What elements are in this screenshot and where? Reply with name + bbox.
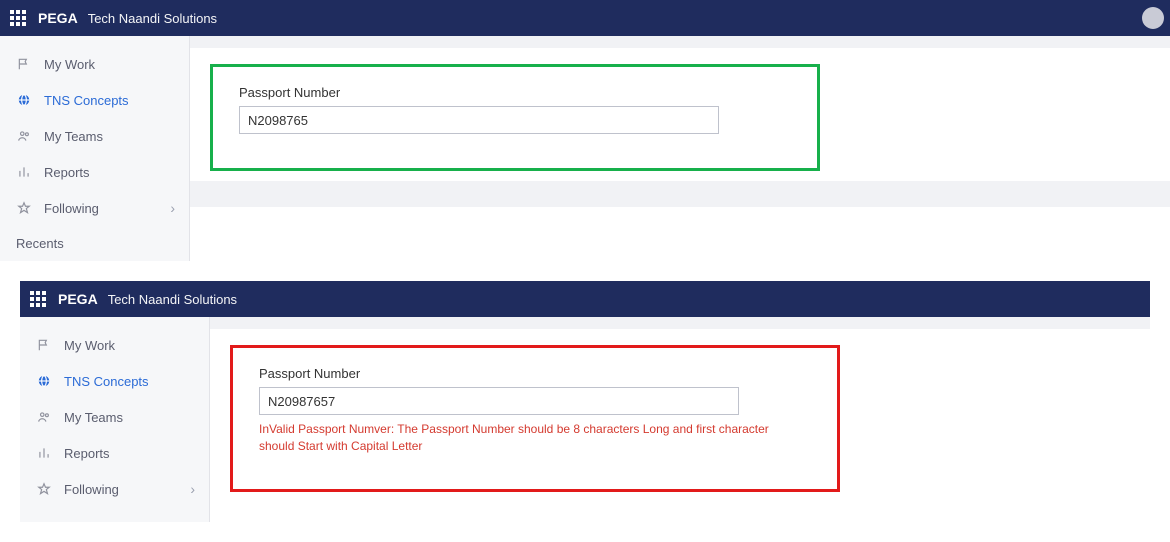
- sidebar-item-reports[interactable]: Reports: [20, 435, 209, 471]
- sidebar-item-my-teams[interactable]: My Teams: [0, 118, 189, 154]
- star-icon: [16, 200, 32, 216]
- apps-icon[interactable]: [10, 10, 26, 26]
- sidebar-item-label: Following: [44, 201, 99, 216]
- sidebar-item-label: Following: [64, 482, 119, 497]
- sidebar-item-label: TNS Concepts: [64, 374, 149, 389]
- sidebar-item-my-work[interactable]: My Work: [20, 327, 209, 363]
- sidebar-item-label: My Work: [44, 57, 95, 72]
- avatar[interactable]: [1142, 7, 1164, 29]
- sidebar-item-tns-concepts[interactable]: TNS Concepts: [0, 82, 189, 118]
- passport-error-message: InValid Passport Numver: The Passport Nu…: [259, 421, 799, 455]
- passport-label: Passport Number: [259, 366, 811, 381]
- brand-label: PEGA: [58, 291, 98, 307]
- divider: [190, 181, 1170, 207]
- sidebar: My Work TNS Concepts My Teams Reports: [20, 317, 210, 522]
- star-icon: [36, 481, 52, 497]
- app-name: Tech Naandi Solutions: [88, 11, 217, 26]
- flag-icon: [36, 337, 52, 353]
- passport-input[interactable]: [259, 387, 739, 415]
- passport-input[interactable]: [239, 106, 719, 134]
- passport-form-valid: Passport Number: [210, 64, 820, 171]
- passport-label: Passport Number: [239, 85, 791, 100]
- recents-heading: Recents: [0, 226, 189, 251]
- topbar: PEGA Tech Naandi Solutions: [0, 0, 1170, 36]
- sidebar: My Work TNS Concepts My Teams Reports: [0, 36, 190, 261]
- sidebar-item-my-work[interactable]: My Work: [0, 46, 189, 82]
- screenshot-valid: PEGA Tech Naandi Solutions My Work TNS C…: [0, 0, 1170, 261]
- globe-icon: [16, 92, 32, 108]
- apps-icon[interactable]: [30, 291, 46, 307]
- app-name: Tech Naandi Solutions: [108, 292, 237, 307]
- passport-form-invalid: Passport Number InValid Passport Numver:…: [230, 345, 840, 492]
- sidebar-item-label: Reports: [64, 446, 110, 461]
- sidebar-item-label: My Teams: [64, 410, 123, 425]
- brand-label: PEGA: [38, 10, 78, 26]
- screenshot-invalid: PEGA Tech Naandi Solutions My Work TNS C…: [20, 281, 1150, 522]
- bar-chart-icon: [16, 164, 32, 180]
- chevron-right-icon: ›: [190, 481, 195, 497]
- sidebar-item-tns-concepts[interactable]: TNS Concepts: [20, 363, 209, 399]
- chevron-right-icon: ›: [170, 200, 175, 216]
- sidebar-item-label: Reports: [44, 165, 90, 180]
- main-content: Passport Number InValid Passport Numver:…: [210, 317, 1150, 522]
- bar-chart-icon: [36, 445, 52, 461]
- sidebar-item-my-teams[interactable]: My Teams: [20, 399, 209, 435]
- sidebar-item-label: TNS Concepts: [44, 93, 129, 108]
- sidebar-item-following[interactable]: Following ›: [20, 471, 209, 507]
- sidebar-item-following[interactable]: Following ›: [0, 190, 189, 226]
- topbar: PEGA Tech Naandi Solutions: [20, 281, 1150, 317]
- sidebar-item-label: My Teams: [44, 129, 103, 144]
- users-icon: [16, 128, 32, 144]
- main-content: Passport Number: [190, 36, 1170, 261]
- divider: [190, 36, 1170, 48]
- globe-icon: [36, 373, 52, 389]
- users-icon: [36, 409, 52, 425]
- flag-icon: [16, 56, 32, 72]
- sidebar-item-label: My Work: [64, 338, 115, 353]
- divider: [210, 317, 1150, 329]
- sidebar-item-reports[interactable]: Reports: [0, 154, 189, 190]
